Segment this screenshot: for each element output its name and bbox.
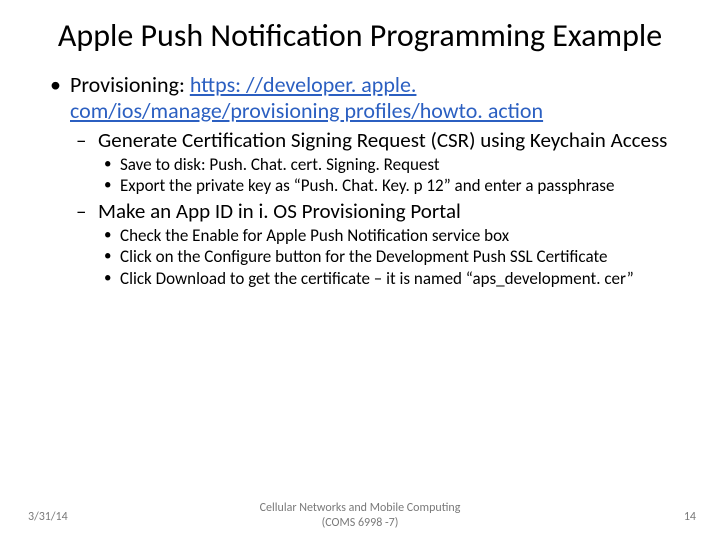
bullet-provisioning: Provisioning: https: //developer. apple.… <box>46 72 674 289</box>
footer-center: Cellular Networks and Mobile Computing (… <box>0 501 720 530</box>
step-configure-ssl: Click on the Configure button for the De… <box>98 247 674 267</box>
sub-csr: Generate Certification Signing Request (… <box>70 128 674 197</box>
footer-page: 14 <box>684 510 696 524</box>
csr-steps: Save to disk: Push. Chat. cert. Signing.… <box>98 155 674 197</box>
step-enable-apn: Check the Enable for Apple Push Notifica… <box>98 226 674 246</box>
step-save-disk: Save to disk: Push. Chat. cert. Signing.… <box>98 155 674 175</box>
footer-course: Cellular Networks and Mobile Computing <box>260 501 461 515</box>
bullet-list: Provisioning: https: //developer. apple.… <box>46 72 674 289</box>
sub-csr-text: Generate Certification Signing Request (… <box>98 127 667 153</box>
step-download-cert: Click Download to get the certificate – … <box>98 269 674 289</box>
footer-course-code: (COMS 6998 -7) <box>322 516 399 530</box>
appid-steps: Check the Enable for Apple Push Notifica… <box>98 226 674 289</box>
provisioning-label: Provisioning: <box>70 71 190 98</box>
step-export-key: Export the private key as “Push. Chat. K… <box>98 176 674 196</box>
slide: Apple Push Notification Programming Exam… <box>0 0 720 540</box>
sub-appid: Make an App ID in i. OS Provisioning Por… <box>70 199 674 289</box>
sub-appid-text: Make an App ID in i. OS Provisioning Por… <box>98 198 461 224</box>
sub-list: Generate Certification Signing Request (… <box>70 128 674 289</box>
footer: 3/31/14 Cellular Networks and Mobile Com… <box>0 500 720 530</box>
slide-title: Apple Push Notification Programming Exam… <box>46 18 674 54</box>
